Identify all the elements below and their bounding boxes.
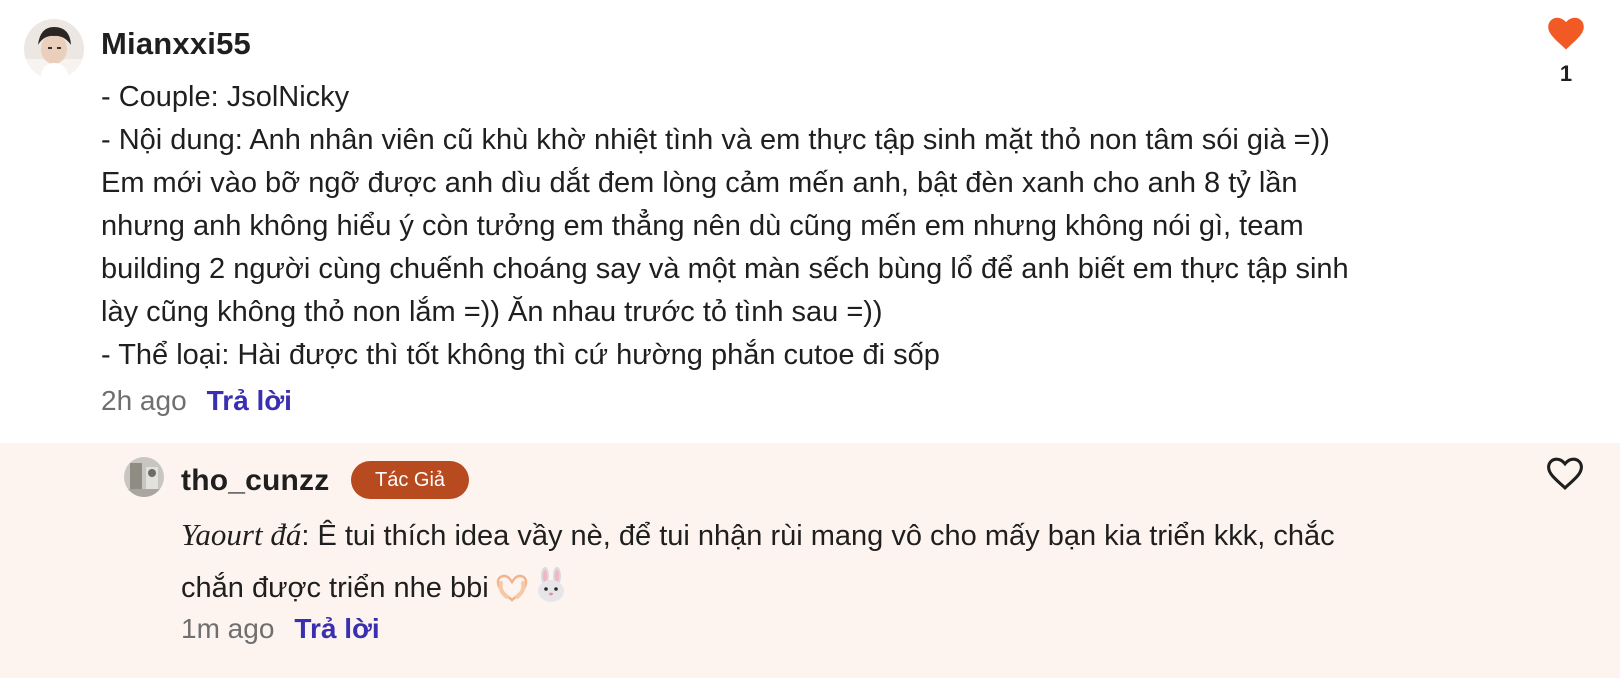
avatar-photo-icon [24, 19, 84, 79]
reply-line: Yaourt đá: Ê tui thích idea vầy nè, để t… [181, 509, 1501, 562]
mentioned-user[interactable]: Yaourt đá [181, 517, 301, 552]
comment-line: - Nội dung: Anh nhân viên cũ khù khờ nhi… [101, 124, 1330, 156]
author-badge: Tác Giả [351, 461, 470, 499]
like-button[interactable]: 1 [1546, 17, 1586, 87]
avatar-photo-icon [124, 457, 164, 497]
comment-line: nhưng anh không hiểu ý còn tưởng em thẳn… [101, 210, 1304, 242]
comment-timestamp: 2h ago [101, 385, 187, 416]
rabbit-face-emoji-icon [535, 567, 567, 620]
comment-thread: Mianxxi55 - Couple: JsolNicky - Nội dung… [0, 0, 1620, 678]
comment-line: lày cũng không thỏ non lắm =)) Ăn nhau t… [101, 296, 883, 328]
heart-hands-emoji-icon [495, 568, 529, 620]
comment-line: building 2 người cùng chuếnh choáng say … [101, 253, 1349, 285]
reply-meta: 1m ago Trả lời [181, 613, 380, 645]
reply-timestamp: 1m ago [181, 613, 275, 644]
like-count: 1 [1559, 61, 1573, 86]
user-avatar[interactable] [124, 457, 164, 497]
reply-button[interactable]: Trả lời [294, 613, 379, 645]
reply-text: Yaourt đá: Ê tui thích idea vầy nè, để t… [181, 509, 1501, 620]
reply-line-text: chắn được triển nhe bbi [181, 572, 489, 604]
reply-button[interactable]: Trả lời [207, 385, 292, 417]
reply-line: chắn được triển nhe bbi [181, 562, 1501, 620]
reply-item: tho_cunzz Tác Giả Yaourt đá: Ê tui thích… [0, 443, 1620, 678]
comment-line: - Thể loại: Hài được thì tốt không thì c… [101, 339, 940, 371]
user-avatar[interactable] [24, 19, 84, 79]
comment-line: Em mới vào bỡ ngỡ được anh dìu dắt đem l… [101, 167, 1298, 199]
reply-username[interactable]: tho_cunzz [181, 464, 329, 498]
comment-meta: 2h ago Trả lời [101, 385, 292, 417]
comment-username[interactable]: Mianxxi55 [101, 26, 251, 62]
heart-filled-icon [1548, 17, 1584, 50]
comment-text: - Couple: JsolNicky - Nội dung: Anh nhân… [101, 76, 1481, 377]
heart-outline-icon [1547, 457, 1583, 491]
reply-line-text: : Ê tui thích idea vầy nè, để tui nhận r… [301, 520, 1335, 552]
comment-line: - Couple: JsolNicky [101, 81, 350, 113]
comment-item: Mianxxi55 - Couple: JsolNicky - Nội dung… [0, 0, 1620, 443]
like-button[interactable] [1546, 457, 1586, 496]
